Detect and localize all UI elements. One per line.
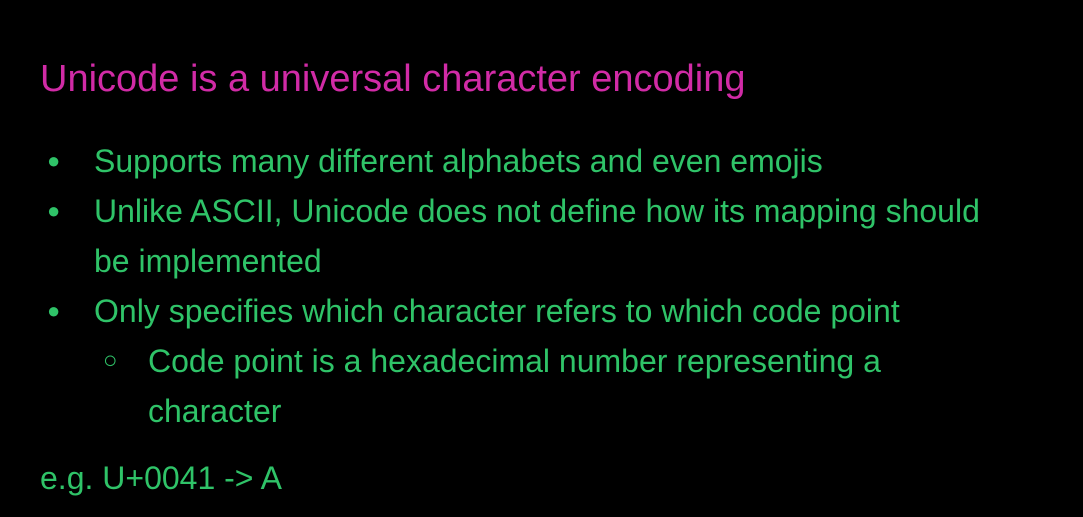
bullet-dot-icon: ●	[47, 198, 61, 223]
bullet-item: ● Only specifies which character refers …	[0, 286, 1004, 336]
slide-title: Unicode is a universal character encodin…	[40, 58, 746, 100]
slide: Unicode is a universal character encodin…	[0, 0, 1083, 517]
bullet-circle-icon: ○	[103, 347, 118, 374]
bullet-dot-icon: ●	[47, 298, 61, 323]
bullet-list: ● Supports many different alphabets and …	[0, 136, 1083, 436]
bullet-text: Unlike ASCII, Unicode does not define ho…	[94, 193, 980, 279]
bullet-dot-icon: ●	[47, 148, 61, 173]
bullet-item: ● Unlike ASCII, Unicode does not define …	[0, 186, 1004, 286]
bullet-text: Only specifies which character refers to…	[94, 293, 900, 329]
bullet-item: ● Supports many different alphabets and …	[0, 136, 1004, 186]
sub-bullet-text: Code point is a hexadecimal number repre…	[148, 343, 881, 429]
bullet-text: Supports many different alphabets and ev…	[94, 143, 823, 179]
example-text: e.g. U+0041 -> A	[40, 460, 282, 496]
sub-bullet-item: ○ Code point is a hexadecimal number rep…	[0, 336, 1004, 436]
